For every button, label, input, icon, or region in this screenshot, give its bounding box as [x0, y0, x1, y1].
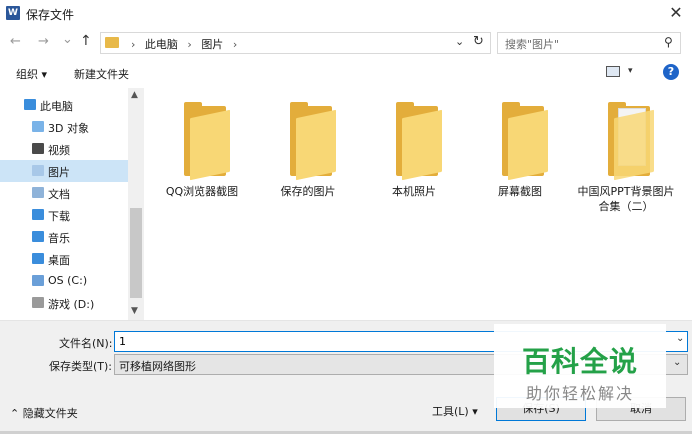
pc-icon	[24, 99, 36, 110]
watermark-subtitle: 助你轻松解决	[525, 384, 634, 403]
title-bar: W 保存文件 ✕	[0, 0, 692, 28]
folder-icon-front	[190, 109, 230, 181]
new-folder-button[interactable]: 新建文件夹	[74, 66, 129, 82]
breadcrumb-separator[interactable]: ›	[233, 38, 237, 51]
window-title: 保存文件	[26, 8, 75, 22]
folder-item-camera-roll[interactable]: 本机照片	[364, 100, 464, 220]
cube-icon	[32, 121, 44, 132]
search-placeholder: 搜索"图片"	[505, 38, 560, 51]
folder-icon-front	[296, 109, 336, 181]
file-list: QQ浏览器截图 保存的图片 本机照片 屏幕截图 中国风PPT背景图片合集（二）	[144, 88, 692, 320]
address-bar[interactable]: › 此电脑 › 图片 › ⌄ ↻	[100, 32, 491, 54]
sidebar-item-music[interactable]: 音乐	[0, 226, 128, 248]
navigation-pane: 此电脑 3D 对象 视频 图片 文档 下载 音乐 桌面 OS (C:) 游戏 (…	[0, 88, 144, 320]
filename-history-chevron-icon[interactable]: ⌄	[676, 333, 684, 344]
change-view-icon[interactable]	[606, 66, 620, 77]
breadcrumb-this-pc[interactable]: 此电脑	[145, 38, 178, 51]
sidebar-item-label: 文档	[48, 188, 70, 201]
chevron-down-icon[interactable]: ⌄	[673, 357, 681, 368]
filetype-label: 保存类型(T):	[49, 360, 113, 373]
breadcrumb-separator: ›	[131, 38, 136, 51]
recent-locations-icon[interactable]: ⌄	[62, 32, 73, 47]
help-icon[interactable]: ?	[663, 64, 679, 80]
sidebar-item-3d-objects[interactable]: 3D 对象	[0, 116, 128, 138]
desktop-icon	[32, 253, 44, 264]
folder-item-ppt-backgrounds[interactable]: 中国风PPT背景图片合集（二）	[576, 100, 676, 220]
sidebar-item-label: 音乐	[48, 232, 70, 245]
forward-arrow-icon[interactable]: →	[38, 34, 49, 49]
sidebar-item-downloads[interactable]: 下载	[0, 204, 128, 226]
hide-folders-button[interactable]: ⌃ 隐藏文件夹	[10, 405, 78, 421]
breadcrumb: › 此电脑 › 图片 ›	[125, 36, 243, 52]
sidebar-item-label: OS (C:)	[48, 274, 88, 287]
sidebar-item-pictures[interactable]: 图片	[0, 160, 128, 182]
sidebar-item-label: 桌面	[48, 254, 70, 267]
folder-label: QQ浏览器截图	[165, 185, 239, 198]
watermark-overlay: 百科全说 助你轻松解决	[494, 324, 666, 408]
download-icon	[32, 209, 44, 220]
scrollbar-thumb[interactable]	[130, 208, 142, 298]
sidebar-scrollbar[interactable]: ▲ ▼	[128, 88, 144, 320]
sidebar-item-label: 图片	[48, 166, 70, 179]
watermark-title: 百科全说	[521, 345, 638, 378]
folder-label: 本机照片	[392, 185, 436, 198]
sidebar-item-label: 游戏 (D:)	[48, 298, 95, 311]
up-arrow-icon[interactable]: ↑	[80, 33, 92, 49]
word-app-icon: W	[6, 6, 20, 20]
search-input[interactable]: 搜索"图片" ⚲	[497, 32, 681, 54]
picture-icon	[32, 165, 44, 176]
refresh-icon[interactable]: ↻	[473, 34, 484, 49]
view-options-caret-icon[interactable]: ▾	[628, 66, 633, 76]
sidebar-item-this-pc[interactable]: 此电脑	[0, 94, 128, 116]
drive-c-icon	[32, 275, 44, 286]
folder-icon-front	[614, 109, 654, 181]
folder-item-saved-pictures[interactable]: 保存的图片	[258, 100, 358, 220]
sidebar-item-label: 下载	[48, 210, 70, 223]
sidebar-item-label: 此电脑	[40, 100, 73, 113]
filetype-selected-value: 可移植网络图形	[119, 360, 196, 373]
folder-label: 屏幕截图	[498, 185, 542, 198]
sidebar-item-drive-d[interactable]: 游戏 (D:)	[0, 292, 128, 314]
folder-icon-front	[402, 109, 442, 181]
folder-item-qq-screenshots[interactable]: QQ浏览器截图	[152, 100, 252, 220]
folder-icon	[105, 37, 119, 48]
folder-label: 保存的图片	[280, 185, 336, 198]
folder-icon-front	[508, 109, 548, 181]
music-icon	[32, 231, 44, 242]
close-button[interactable]: ✕	[664, 2, 688, 24]
sidebar-item-desktop[interactable]: 桌面	[0, 248, 128, 270]
navigation-bar: ← → ⌄ ↑ › 此电脑 › 图片 › ⌄ ↻ 搜索"图片" ⚲	[0, 28, 692, 58]
sidebar-item-videos[interactable]: 视频	[0, 138, 128, 160]
folder-label: 中国风PPT背景图片合集（二）	[577, 185, 675, 213]
back-arrow-icon[interactable]: ←	[10, 34, 21, 49]
toolbar: 组织 ▾ 新建文件夹 ▾ ?	[0, 58, 692, 88]
filename-label: 文件名(N):	[59, 337, 113, 350]
breadcrumb-pictures[interactable]: 图片	[201, 38, 223, 51]
sidebar-item-label: 3D 对象	[48, 122, 89, 135]
scroll-down-icon[interactable]: ▼	[131, 306, 138, 316]
video-icon	[32, 143, 44, 154]
sidebar-item-drive-c[interactable]: OS (C:)	[0, 270, 128, 292]
folder-item-screenshots[interactable]: 屏幕截图	[470, 100, 570, 220]
tools-menu-button[interactable]: 工具(L) ▾	[432, 403, 478, 419]
search-icon[interactable]: ⚲	[664, 35, 673, 49]
organize-button[interactable]: 组织 ▾	[16, 66, 47, 82]
chevron-down-icon[interactable]: ⌄	[455, 35, 464, 48]
document-icon	[32, 187, 44, 198]
breadcrumb-separator: ›	[187, 38, 192, 51]
sidebar-item-label: 视频	[48, 144, 70, 157]
drive-d-icon	[32, 297, 44, 308]
sidebar-item-documents[interactable]: 文档	[0, 182, 128, 204]
scroll-up-icon[interactable]: ▲	[131, 90, 138, 100]
